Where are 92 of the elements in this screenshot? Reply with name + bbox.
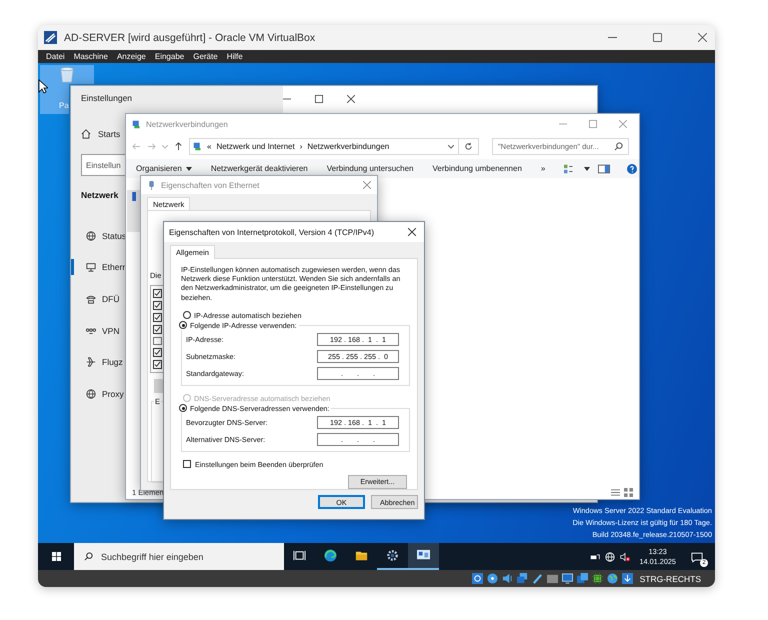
taskbar-app-button[interactable] <box>408 543 439 570</box>
recycle-bin-icon <box>59 66 75 83</box>
breadcrumb-item[interactable]: Netzwerkverbindungen <box>307 142 390 151</box>
globe-icon[interactable] <box>606 573 618 584</box>
section-heading: Netzwerk <box>81 190 118 200</box>
preview-pane-icon[interactable] <box>598 164 610 174</box>
checkbox[interactable] <box>153 337 162 345</box>
nav-item[interactable]: Flugz <box>102 357 123 368</box>
help-icon[interactable] <box>626 164 638 174</box>
monitor-icon <box>86 262 96 272</box>
refresh-icon <box>464 142 473 151</box>
search-icon <box>84 552 93 561</box>
app-logo-icon <box>44 31 57 44</box>
caret-icon <box>186 166 192 170</box>
windows-icon[interactable] <box>576 573 588 584</box>
browser-icon <box>324 549 337 562</box>
globe-icon <box>86 230 96 241</box>
toolbar-button[interactable]: Verbindung umbenennen <box>432 164 531 173</box>
gear-icon <box>386 549 399 562</box>
globe-icon[interactable] <box>605 552 616 562</box>
maximize-icon[interactable] <box>315 94 323 102</box>
nav-item[interactable]: VPN <box>102 326 120 336</box>
details-view-icon[interactable] <box>611 488 620 496</box>
toolbar-button[interactable]: Netzwerkgerät deaktivieren <box>210 164 317 173</box>
breadcrumb-separator: › <box>300 142 302 151</box>
host-key-label: STRG-RECHTS <box>640 574 701 584</box>
network-folder-icon <box>132 120 141 128</box>
menu-item[interactable]: Eingabe <box>154 52 184 61</box>
globe-icon <box>86 388 96 399</box>
nav-item[interactable]: Proxy <box>102 388 124 399</box>
network-adapter-icon <box>130 192 139 201</box>
breadcrumb-item[interactable]: Netzwerk und Internet <box>216 142 295 151</box>
radio-button[interactable] <box>179 404 187 412</box>
nav-item[interactable]: Status <box>102 230 126 241</box>
window-title: AD-SERVER [wird ausgeführt] - Oracle VM VirtualBox <box>64 32 316 44</box>
task-view-icon <box>293 549 306 562</box>
disc-icon[interactable] <box>486 573 498 584</box>
search-icon <box>614 142 623 151</box>
nav-item[interactable]: DFÜ <box>102 294 120 304</box>
menu-item[interactable]: Hilfe <box>226 52 243 61</box>
airplane-icon <box>86 357 96 368</box>
refresh-button[interactable] <box>459 138 479 155</box>
more-commands-button[interactable]: » <box>540 164 554 173</box>
disk-icon[interactable] <box>472 573 483 584</box>
nav-item[interactable]: Starts <box>98 129 120 139</box>
speaker-muted-icon[interactable] <box>620 552 630 562</box>
network-window-icon <box>417 549 430 562</box>
large-icons-view-icon[interactable] <box>624 488 633 496</box>
menu-item[interactable]: Geräte <box>193 52 218 61</box>
radio-button[interactable] <box>183 311 191 320</box>
folder-icon[interactable] <box>546 573 558 584</box>
checkbox[interactable] <box>153 313 162 322</box>
dropdown-caret-icon[interactable] <box>584 166 590 170</box>
address-bar[interactable]: « Netzwerk und Internet › Netzwerkverbindungen <box>189 138 459 155</box>
menu-item[interactable]: Anzeige <box>116 52 146 61</box>
message-icon <box>691 552 703 562</box>
close-icon[interactable] <box>408 228 416 236</box>
close-icon[interactable] <box>347 94 355 102</box>
checkbox[interactable] <box>183 460 191 468</box>
breadcrumb-overflow[interactable]: « <box>207 142 212 151</box>
window-title: Einstellungen <box>80 92 134 105</box>
network-folder-icon <box>193 142 202 151</box>
dialog-title: Eigenschaften von Ethernet <box>161 180 260 190</box>
phone-icon <box>86 294 96 304</box>
checkbox[interactable] <box>153 360 162 369</box>
window-title: Netzwerkverbindungen <box>146 120 228 128</box>
radio-button[interactable] <box>179 321 187 330</box>
checkbox[interactable] <box>153 348 162 357</box>
speaker-icon[interactable] <box>502 573 513 584</box>
chip-icon[interactable] <box>592 573 603 584</box>
windows-logo-icon <box>52 552 60 561</box>
mouse-pointer-icon <box>38 79 48 94</box>
checkbox[interactable] <box>153 289 162 298</box>
dialog-title: Eigenschaften von Internetprotokoll, Version 4 (TCP/IPv4) <box>169 228 374 236</box>
maximize-icon[interactable] <box>653 33 662 42</box>
checkbox[interactable] <box>153 301 162 310</box>
menu-item[interactable]: Datei <box>46 52 65 61</box>
search-field[interactable]: Suchbegriff hier eingeben <box>74 543 284 570</box>
download-icon[interactable] <box>622 573 633 584</box>
dropdown-caret-icon[interactable] <box>448 144 454 148</box>
toolbar-button[interactable]: Organisieren <box>136 164 201 173</box>
close-icon[interactable] <box>698 33 707 42</box>
monitor-icon[interactable] <box>562 573 573 584</box>
folder-icon <box>355 549 368 562</box>
toolbar-button[interactable]: Verbindung untersuchen <box>326 164 422 173</box>
up-arrow-icon[interactable] <box>174 142 183 151</box>
network-icon[interactable] <box>590 552 600 562</box>
checkbox[interactable] <box>153 325 162 334</box>
vpn-icon <box>86 326 96 336</box>
menu-item[interactable]: Maschine <box>74 52 108 61</box>
home-icon <box>81 129 91 139</box>
network-adapter-icon <box>147 180 156 190</box>
